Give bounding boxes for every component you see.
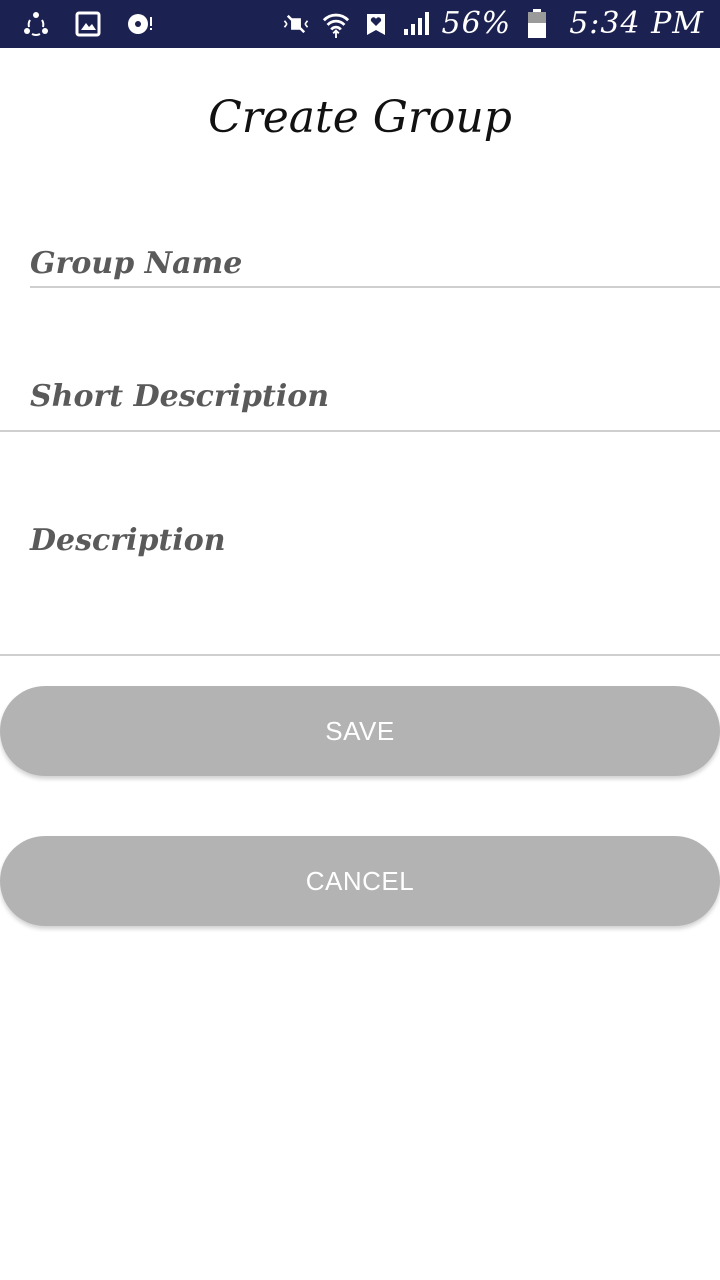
wifi-icon xyxy=(322,10,350,38)
heart-icon xyxy=(362,10,390,38)
cancel-button[interactable]: CANCEL xyxy=(0,836,720,926)
short-description-placeholder: Short Description xyxy=(30,379,330,414)
page-title: Create Group xyxy=(208,92,512,143)
battery-percentage: 56% xyxy=(441,6,512,41)
share-icon xyxy=(22,10,50,38)
group-name-placeholder: Group Name xyxy=(30,246,243,281)
status-bar-right: 56% 5:34 PM xyxy=(282,6,705,42)
status-bar: 56% 5:34 PM xyxy=(0,0,720,48)
status-bar-left-icons xyxy=(22,10,154,38)
gallery-icon xyxy=(74,10,102,38)
description-placeholder: Description xyxy=(30,523,226,558)
mute-icon xyxy=(282,10,310,38)
status-time: 5:34 PM xyxy=(569,6,704,41)
group-name-underline xyxy=(30,286,720,288)
signal-icon xyxy=(402,10,430,38)
description-underline xyxy=(0,654,720,656)
short-description-underline xyxy=(0,430,720,432)
battery-icon xyxy=(523,9,551,38)
save-button[interactable]: SAVE xyxy=(0,686,720,776)
disc-icon xyxy=(126,10,154,38)
